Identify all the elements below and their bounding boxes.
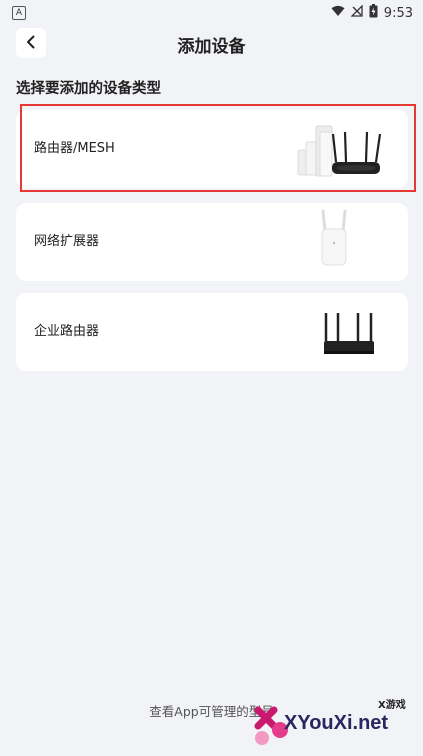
status-bar: A 9:53: [0, 0, 423, 24]
notification-a-icon: A: [12, 6, 26, 20]
device-card-label: 路由器/MESH: [34, 141, 115, 156]
watermark-site-text: XYouXi.net: [284, 712, 389, 734]
status-left: A: [12, 4, 26, 20]
header: 添加设备: [0, 26, 423, 60]
device-card-enterprise-router[interactable]: 企业路由器: [16, 293, 408, 371]
status-time: 9:53: [383, 5, 413, 21]
enterprise-router-image: [300, 293, 384, 375]
page-title: 添加设备: [177, 37, 246, 57]
wifi-icon: [331, 5, 345, 21]
device-card-router-mesh[interactable]: 路由器/MESH: [16, 110, 408, 188]
watermark-small-text: X游戏: [378, 700, 406, 711]
device-card-label: 网络扩展器: [34, 234, 100, 249]
section-label: 选择要添加的设备类型: [16, 81, 161, 97]
range-extender-image: [304, 203, 364, 285]
watermark: X游戏 XYouXi.net: [248, 688, 423, 753]
device-card-range-extender[interactable]: 网络扩展器: [16, 203, 408, 281]
device-card-label: 企业路由器: [34, 324, 100, 339]
status-right: 9:53: [331, 4, 413, 22]
signal-off-icon: [350, 4, 363, 21]
battery-charging-icon: [369, 4, 378, 22]
mesh-router-image: [294, 110, 390, 192]
